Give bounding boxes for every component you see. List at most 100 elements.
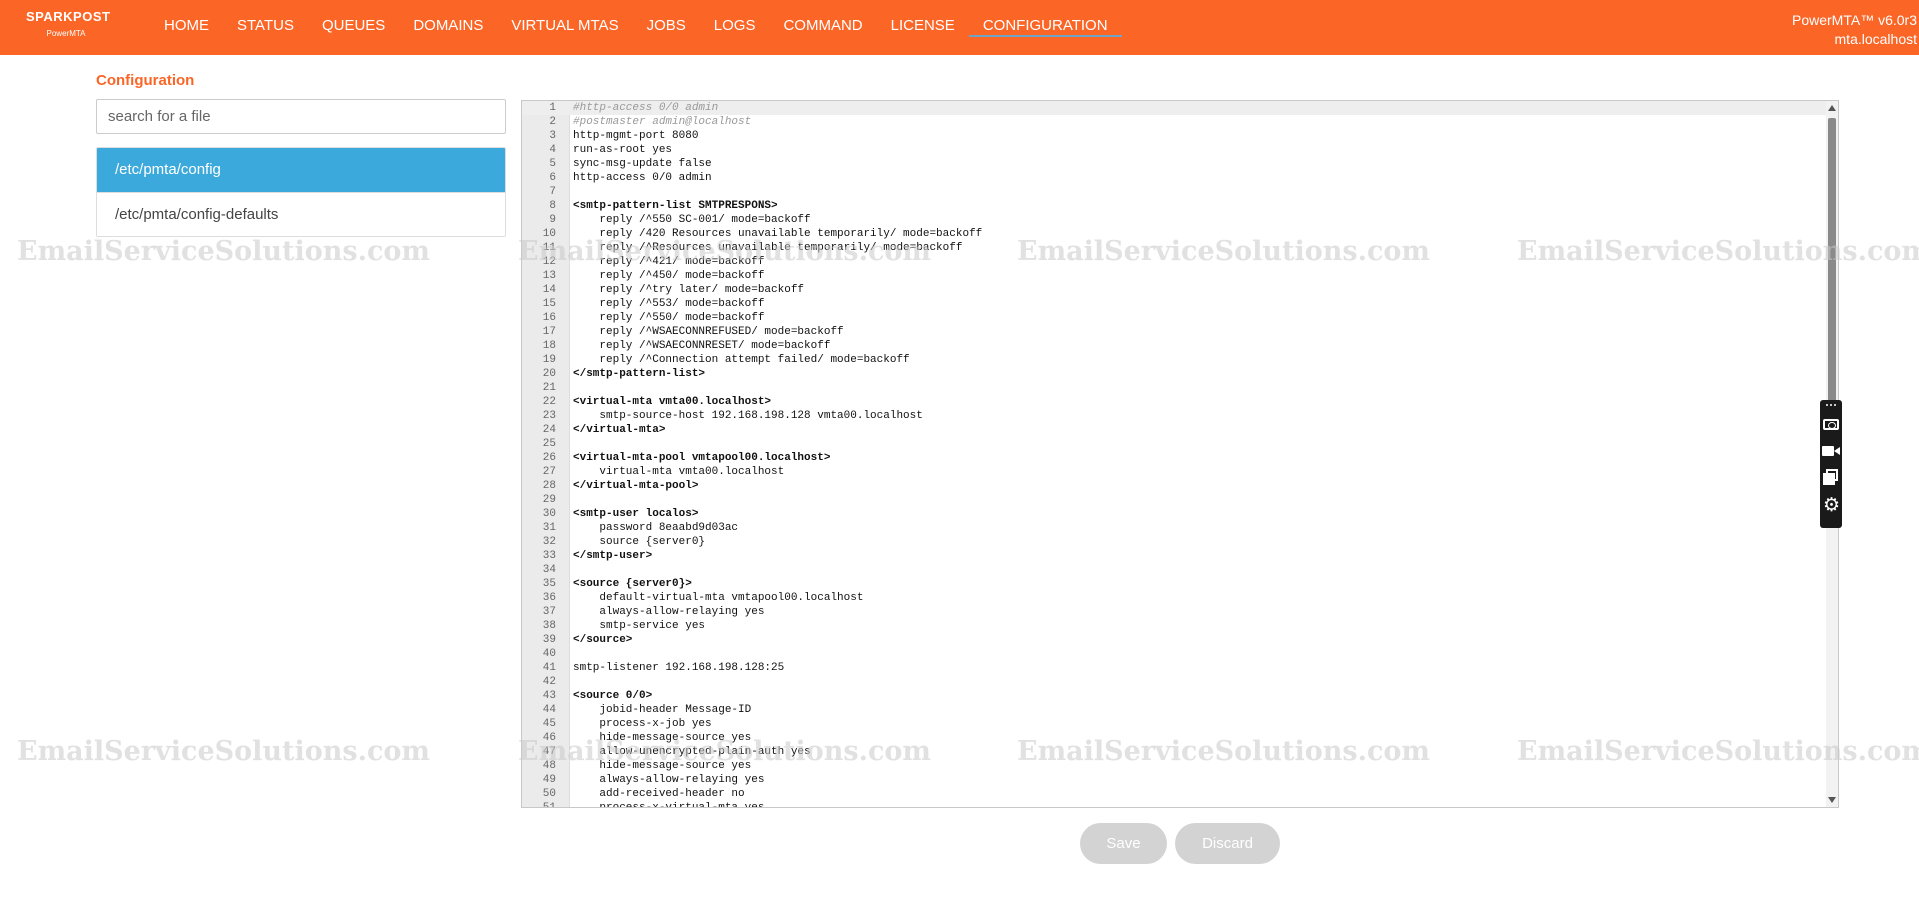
line-text[interactable]: password 8eaabd9d03ac (573, 521, 738, 535)
code-line[interactable]: 23 smtp-source-host 192.168.198.128 vmta… (522, 409, 1826, 423)
line-text[interactable]: </source> (573, 633, 632, 647)
code-line[interactable]: 9 reply /^550 SC-001/ mode=backoff (522, 213, 1826, 227)
line-text[interactable]: <smtp-pattern-list SMTPRESPONS> (573, 199, 778, 213)
line-text[interactable]: reply /^550/ mode=backoff (573, 311, 764, 325)
nav-command[interactable]: COMMAND (769, 0, 876, 37)
line-text[interactable]: http-mgmt-port 8080 (573, 129, 698, 143)
code-line[interactable]: 41 smtp-listener 192.168.198.128:25 (522, 661, 1826, 675)
nav-license[interactable]: LICENSE (877, 0, 969, 37)
line-text[interactable]: run-as-root yes (573, 143, 672, 157)
code-area[interactable]: 1 #http-access 0/0 admin 2 #postmaster admi… (522, 101, 1826, 807)
line-text[interactable]: reply /^550 SC-001/ mode=backoff (573, 213, 810, 227)
code-line[interactable]: 50 add-received-header no (522, 787, 1826, 801)
line-text[interactable]: jobid-header Message-ID (573, 703, 751, 717)
discard-button[interactable]: Discard (1175, 823, 1280, 864)
code-line[interactable]: 24 </virtual-mta> (522, 423, 1826, 437)
code-line[interactable]: 44 jobid-header Message-ID (522, 703, 1826, 717)
line-text[interactable]: smtp-source-host 192.168.198.128 vmta00.… (573, 409, 922, 423)
code-line[interactable]: 49 always-allow-relaying yes (522, 773, 1826, 787)
nav-logs[interactable]: LOGS (700, 0, 770, 37)
code-line[interactable]: 26 <virtual-mta-pool vmtapool00.localhost… (522, 451, 1826, 465)
nav-queues[interactable]: QUEUES (308, 0, 399, 37)
code-line[interactable]: 22 <virtual-mta vmta00.localhost> (522, 395, 1826, 409)
code-line[interactable]: 48 hide-message-source yes (522, 759, 1826, 773)
line-text[interactable]: default-virtual-mta vmtapool00.localhost (573, 591, 863, 605)
line-text[interactable]: reply /^421/ mode=backoff (573, 255, 764, 269)
code-line[interactable]: 3 http-mgmt-port 8080 (522, 129, 1826, 143)
code-line[interactable]: 35 <source {server0}> (522, 577, 1826, 591)
sparkpost-logo[interactable]: SPARKPOST PowerMTA (26, 9, 110, 47)
line-text[interactable]: </virtual-mta> (573, 423, 665, 437)
line-text[interactable]: process-x-job yes (573, 717, 711, 731)
toolbar-handle-icon[interactable] (1820, 400, 1842, 410)
line-text[interactable]: <source 0/0> (573, 689, 652, 703)
nav-configuration[interactable]: CONFIGURATION (968, 0, 1122, 37)
code-line[interactable]: 2 #postmaster admin@localhost (522, 115, 1826, 129)
code-line[interactable]: 32 source {server0} (522, 535, 1826, 549)
line-text[interactable]: always-allow-relaying yes (573, 773, 764, 787)
file-item-config[interactable]: /etc/pmta/config (97, 148, 505, 192)
line-text[interactable]: #postmaster admin@localhost (573, 115, 751, 129)
line-text[interactable]: allow-unencrypted-plain-auth yes (573, 745, 810, 759)
code-line[interactable]: 27 virtual-mta vmta00.localhost (522, 465, 1826, 479)
code-line[interactable]: 46 hide-message-source yes (522, 731, 1826, 745)
line-text[interactable]: </smtp-user> (573, 549, 652, 563)
line-text[interactable]: reply /^WSAECONNRESET/ mode=backoff (573, 339, 830, 353)
code-line[interactable]: 36 default-virtual-mta vmtapool00.localh… (522, 591, 1826, 605)
line-text[interactable]: always-allow-relaying yes (573, 605, 764, 619)
code-line[interactable]: 13 reply /^450/ mode=backoff (522, 269, 1826, 283)
code-line[interactable]: 16 reply /^550/ mode=backoff (522, 311, 1826, 325)
line-text[interactable]: add-received-header no (573, 787, 744, 801)
line-text[interactable]: process-x-virtual-mta yes (573, 801, 764, 807)
line-text[interactable]: #http-access 0/0 admin (573, 101, 718, 115)
line-text[interactable]: </virtual-mta-pool> (573, 479, 698, 493)
line-text[interactable]: reply /^try later/ mode=backoff (573, 283, 804, 297)
gear-icon[interactable]: ⚙ (1820, 491, 1842, 518)
video-camera-icon[interactable] (1820, 437, 1842, 464)
code-line[interactable]: 33 </smtp-user> (522, 549, 1826, 563)
code-line[interactable]: 20 </smtp-pattern-list> (522, 367, 1826, 381)
line-text[interactable]: http-access 0/0 admin (573, 171, 712, 185)
copy-icon[interactable] (1820, 464, 1842, 491)
line-text[interactable]: <virtual-mta vmta00.localhost> (573, 395, 771, 409)
code-line[interactable]: 30 <smtp-user localos> (522, 507, 1826, 521)
scroll-up-arrow-icon[interactable] (1828, 105, 1836, 111)
scroll-down-arrow-icon[interactable] (1828, 797, 1836, 803)
nav-home[interactable]: HOME (150, 0, 223, 37)
line-text[interactable]: </smtp-pattern-list> (573, 367, 705, 381)
nav-domains[interactable]: DOMAINS (399, 0, 497, 37)
file-search-input[interactable] (96, 99, 506, 134)
line-text[interactable]: hide-message-source yes (573, 759, 751, 773)
line-text[interactable]: sync-msg-update false (573, 157, 712, 171)
nav-jobs[interactable]: JOBS (633, 0, 700, 37)
nav-status[interactable]: STATUS (223, 0, 308, 37)
line-text[interactable]: smtp-listener 192.168.198.128:25 (573, 661, 784, 675)
code-line[interactable]: 14 reply /^try later/ mode=backoff (522, 283, 1826, 297)
save-button[interactable]: Save (1080, 823, 1167, 864)
line-text[interactable]: hide-message-source yes (573, 731, 751, 745)
line-text[interactable]: reply /^553/ mode=backoff (573, 297, 764, 311)
line-text[interactable]: reply /^Resources unavailable temporaril… (573, 241, 962, 255)
line-text[interactable]: reply /^450/ mode=backoff (573, 269, 764, 283)
file-item-config-defaults[interactable]: /etc/pmta/config-defaults (97, 192, 505, 236)
line-text[interactable]: <smtp-user localos> (573, 507, 698, 521)
code-line[interactable]: 4 run-as-root yes (522, 143, 1826, 157)
line-text[interactable]: reply /^WSAECONNREFUSED/ mode=backoff (573, 325, 843, 339)
line-text[interactable]: reply /^Connection attempt failed/ mode=… (573, 353, 909, 367)
line-text[interactable]: virtual-mta vmta00.localhost (573, 465, 784, 479)
code-line[interactable]: 10 reply /420 Resources unavailable temp… (522, 227, 1826, 241)
line-text[interactable]: <virtual-mta-pool vmtapool00.localhost> (573, 451, 830, 465)
code-line[interactable]: 21 (522, 381, 1826, 395)
code-line[interactable]: 28 </virtual-mta-pool> (522, 479, 1826, 493)
line-text[interactable]: source {server0} (573, 535, 705, 549)
config-editor[interactable]: 1 #http-access 0/0 admin 2 #postmaster admi… (521, 100, 1839, 808)
line-text[interactable]: reply /420 Resources unavailable tempora… (573, 227, 982, 241)
code-line[interactable]: 29 (522, 493, 1826, 507)
code-line[interactable]: 45 process-x-job yes (522, 717, 1826, 731)
code-line[interactable]: 12 reply /^421/ mode=backoff (522, 255, 1826, 269)
line-text[interactable]: <source {server0}> (573, 577, 692, 591)
code-line[interactable]: 39 </source> (522, 633, 1826, 647)
code-line[interactable]: 18 reply /^WSAECONNRESET/ mode=backoff (522, 339, 1826, 353)
code-line[interactable]: 37 always-allow-relaying yes (522, 605, 1826, 619)
code-line[interactable]: 19 reply /^Connection attempt failed/ mo… (522, 353, 1826, 367)
